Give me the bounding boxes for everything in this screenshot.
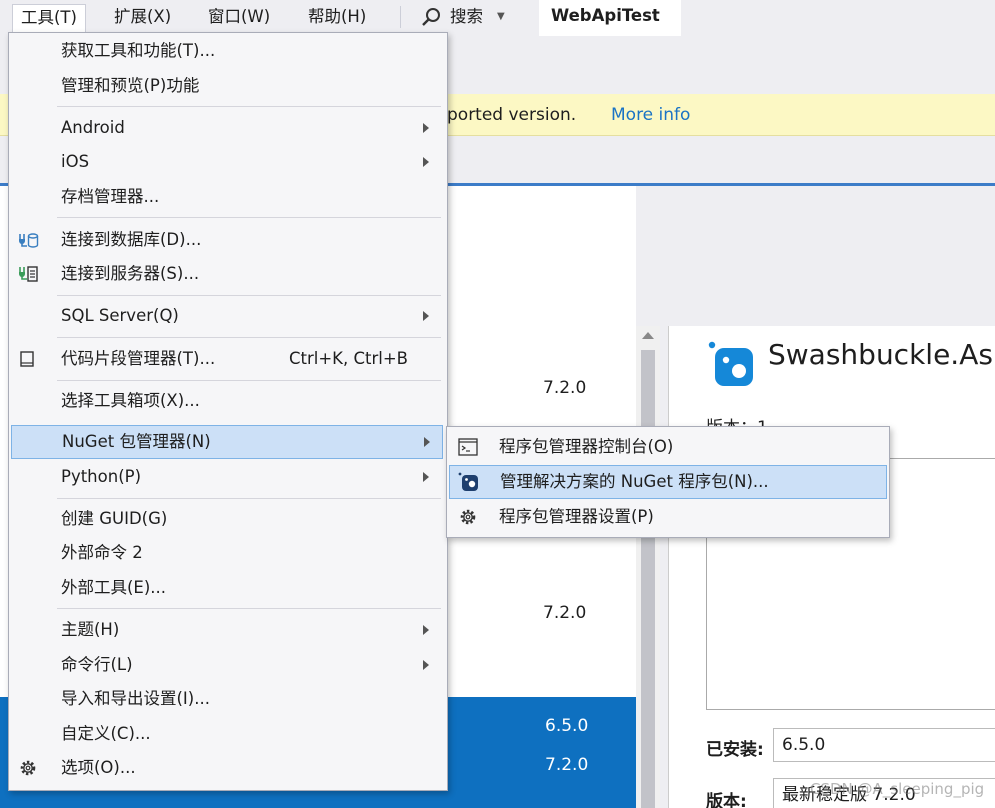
- menu-item-manage-preview[interactable]: 管理和预览(P)功能: [9, 69, 447, 103]
- menu-item-label: 自定义(C)...: [61, 724, 151, 743]
- menu-item-label: Python(P): [61, 467, 142, 486]
- submenu-arrow-icon: [423, 625, 429, 635]
- menu-item-create-guid[interactable]: 创建 GUID(G): [9, 502, 447, 536]
- menu-item-customize[interactable]: 自定义(C)...: [9, 717, 447, 751]
- menu-help[interactable]: 帮助(H): [300, 4, 374, 30]
- console-icon: [458, 438, 478, 456]
- package-latest-version: 7.2.0: [545, 755, 589, 775]
- menu-item-external-command-2[interactable]: 外部命令 2: [9, 536, 447, 570]
- submenu-arrow-icon: [423, 660, 429, 670]
- package-installed-version: 6.5.0: [545, 716, 589, 736]
- menu-item-import-export-settings[interactable]: 导入和导出设置(I)...: [9, 682, 447, 716]
- menu-separator: [57, 380, 441, 381]
- menu-item-label: 管理和预览(P)功能: [61, 76, 200, 95]
- menu-item-label: iOS: [61, 152, 90, 171]
- package-version: 7.2.0: [543, 603, 587, 623]
- menu-item-label: 连接到数据库(D)...: [61, 230, 202, 249]
- menu-separator: [57, 498, 441, 499]
- menu-item-label: Android: [61, 118, 125, 137]
- menu-separator: [57, 608, 441, 609]
- menu-separator: [57, 295, 441, 296]
- menu-item-android[interactable]: Android: [9, 111, 447, 145]
- menu-item-choose-toolbox[interactable]: 选择工具箱项(X)...: [9, 384, 447, 418]
- menu-item-label: 主题(H): [61, 620, 120, 639]
- menu-separator: [57, 217, 441, 218]
- info-bar-text: ported version.: [447, 105, 577, 125]
- package-version: 7.2.0: [543, 378, 587, 398]
- submenu-arrow-icon: [423, 157, 429, 167]
- menu-item-label: NuGet 包管理器(N): [62, 432, 211, 451]
- menu-item-label: 连接到服务器(S)...: [61, 264, 200, 283]
- menu-item-label: 选项(O)...: [61, 758, 136, 777]
- search-icon[interactable]: [420, 6, 442, 28]
- menu-item-ios[interactable]: iOS: [9, 145, 447, 179]
- nuget-package-icon: [708, 341, 753, 386]
- menu-item-archive-manager[interactable]: 存档管理器...: [9, 180, 447, 214]
- menu-extensions[interactable]: 扩展(X): [106, 4, 179, 30]
- search-button[interactable]: 搜索: [450, 4, 483, 30]
- menu-item-connect-database[interactable]: 连接到数据库(D)...: [9, 223, 447, 257]
- submenu-arrow-icon: [423, 311, 429, 321]
- menu-item-connect-server[interactable]: 连接到服务器(S)...: [9, 257, 447, 291]
- submenu-item-label: 程序包管理器设置(P): [499, 507, 654, 526]
- menu-separator: [400, 6, 401, 28]
- menu-item-snippets-manager[interactable]: 代码片段管理器(T)... Ctrl+K, Ctrl+B: [9, 342, 447, 376]
- submenu-arrow-icon: [423, 123, 429, 133]
- snippet-icon: [20, 351, 34, 367]
- menu-item-sql-server[interactable]: SQL Server(Q): [9, 299, 447, 333]
- menu-window[interactable]: 窗口(W): [200, 4, 278, 30]
- submenu-item-label: 管理解决方案的 NuGet 程序包(N)...: [500, 472, 769, 491]
- menu-item-label: 创建 GUID(G): [61, 509, 168, 528]
- gear-icon: [460, 509, 476, 525]
- menu-item-label: 外部工具(E)...: [61, 578, 167, 597]
- menu-item-theme[interactable]: 主题(H): [9, 613, 447, 647]
- menu-item-label: 代码片段管理器(T)...: [61, 349, 216, 368]
- installed-version-field: 6.5.0: [773, 728, 995, 762]
- menu-item-label: 选择工具箱项(X)...: [61, 391, 200, 410]
- database-connect-icon: [19, 233, 39, 248]
- submenu-item-manage-nuget-packages[interactable]: 管理解决方案的 NuGet 程序包(N)...: [449, 465, 887, 499]
- server-connect-icon: [19, 266, 38, 282]
- package-name: Swashbuckle.As: [768, 338, 993, 371]
- menu-item-get-tools[interactable]: 获取工具和功能(T)...: [9, 34, 447, 68]
- menu-item-command-line[interactable]: 命令行(L): [9, 648, 447, 682]
- menu-separator: [57, 106, 441, 107]
- menu-item-options[interactable]: 选项(O)...: [9, 751, 447, 785]
- installed-label: 已安装:: [706, 740, 764, 760]
- more-info-link[interactable]: More info: [611, 94, 690, 136]
- menu-separator: [57, 337, 441, 338]
- menu-item-python[interactable]: Python(P): [9, 460, 447, 494]
- nuget-icon: [458, 472, 478, 491]
- chevron-down-icon[interactable]: ▼: [497, 4, 505, 30]
- menu-item-label: 导入和导出设置(I)...: [61, 689, 210, 708]
- menu-item-shortcut: Ctrl+K, Ctrl+B: [289, 349, 408, 368]
- menu-item-external-tools[interactable]: 外部工具(E)...: [9, 571, 447, 605]
- submenu-item-package-console[interactable]: 程序包管理器控制台(O): [447, 430, 889, 464]
- submenu-item-package-settings[interactable]: 程序包管理器设置(P): [447, 500, 889, 534]
- menu-item-label: 获取工具和功能(T)...: [61, 41, 216, 60]
- submenu-arrow-icon: [424, 437, 430, 447]
- nuget-submenu: 程序包管理器控制台(O) 管理解决方案的 NuGet 程序包(N)... 程序包…: [446, 426, 890, 538]
- scroll-up-icon[interactable]: [642, 332, 654, 339]
- menu-bar: 工具(T) 扩展(X) 窗口(W) 帮助(H) 搜索 ▼ WebApiTest: [0, 0, 995, 36]
- watermark: CSDN @A_sleeping_pig: [810, 780, 985, 798]
- menu-item-nuget-package-manager[interactable]: NuGet 包管理器(N): [11, 425, 443, 459]
- menu-item-label: SQL Server(Q): [61, 306, 179, 325]
- scroll-thumb[interactable]: [641, 350, 655, 808]
- gear-icon: [20, 760, 36, 776]
- submenu-arrow-icon: [423, 472, 429, 482]
- version-label: 版本:: [706, 792, 747, 808]
- solution-title: WebApiTest: [539, 0, 681, 36]
- menu-item-label: 命令行(L): [61, 655, 133, 674]
- tools-menu: 获取工具和功能(T)... 管理和预览(P)功能 Android iOS 存档管…: [8, 32, 448, 791]
- menu-tools[interactable]: 工具(T): [12, 4, 86, 35]
- submenu-item-label: 程序包管理器控制台(O): [499, 437, 674, 456]
- menu-item-label: 外部命令 2: [61, 543, 143, 562]
- menu-item-label: 存档管理器...: [61, 187, 160, 206]
